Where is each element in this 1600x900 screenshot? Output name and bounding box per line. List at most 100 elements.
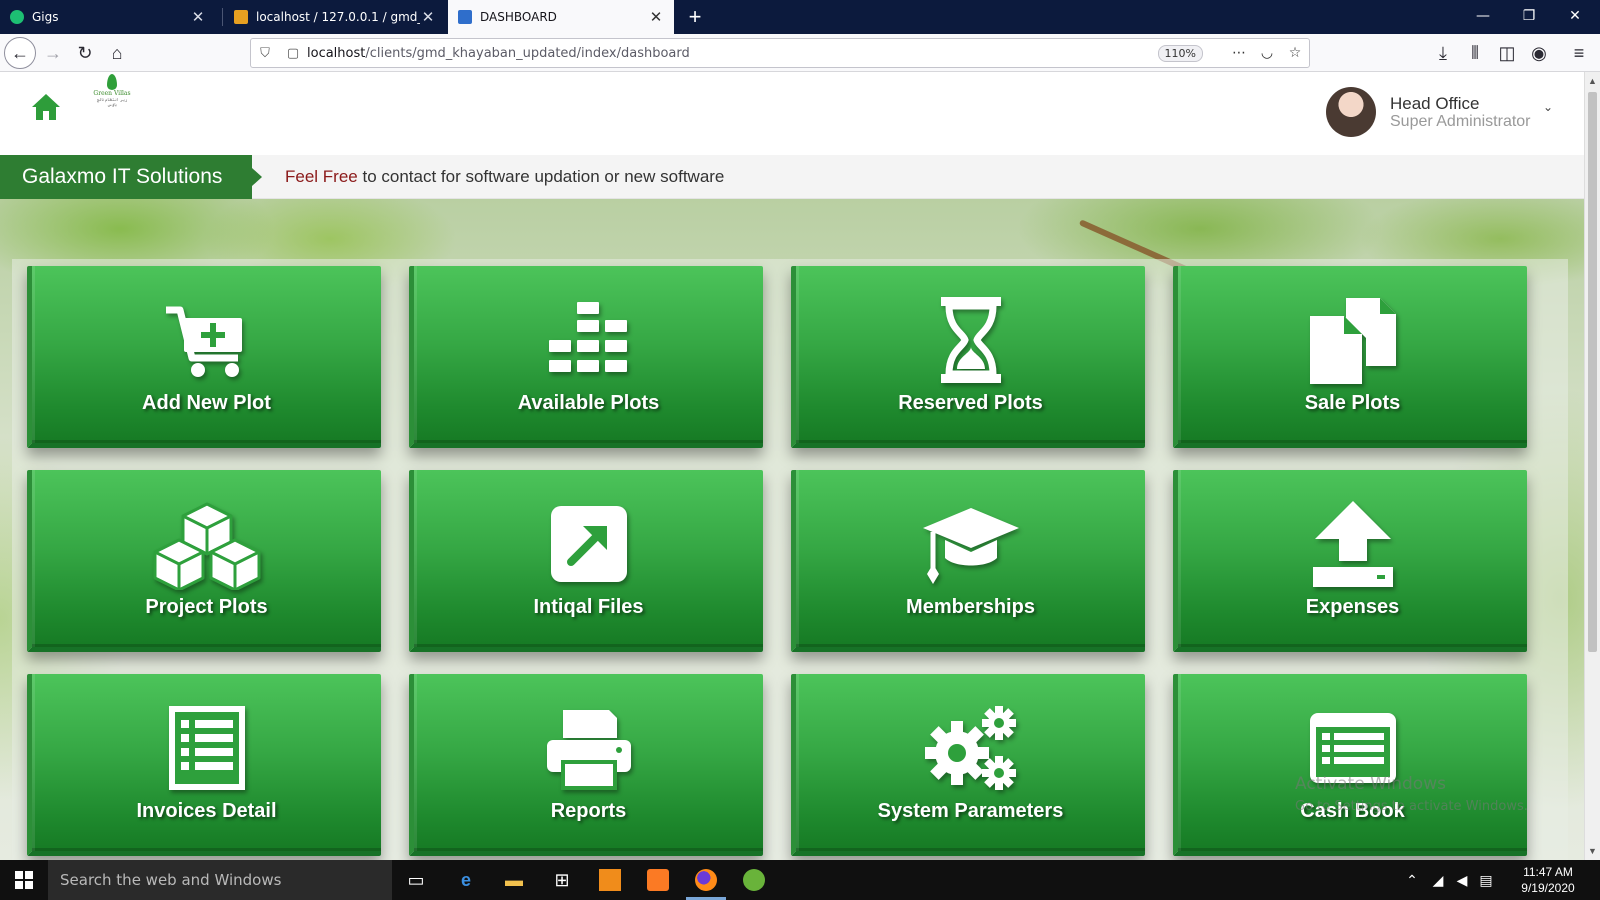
- tile-label: Reports: [550, 800, 627, 822]
- tile-label: Available Plots: [517, 392, 660, 414]
- tab-separator: [222, 8, 223, 26]
- account-icon[interactable]: ◉: [1524, 38, 1554, 68]
- close-tab-icon[interactable]: ✕: [420, 8, 436, 26]
- cogs-icon: [916, 700, 1026, 796]
- cubes-icon: [152, 496, 262, 592]
- home-icon[interactable]: [30, 92, 62, 122]
- edge-icon[interactable]: e: [442, 864, 490, 896]
- cart-plus-icon: [152, 292, 262, 388]
- tile-label: Intiqal Files: [533, 596, 644, 618]
- menu-icon[interactable]: ≡: [1564, 38, 1594, 68]
- browser-toolbar: ← → ↻ ⌂ ⛉ ▢ localhost/clients/gmd_khayab…: [0, 34, 1600, 72]
- scroll-down-icon[interactable]: ▼: [1588, 846, 1597, 856]
- tile-label: Expenses: [1305, 596, 1400, 618]
- task-view-icon[interactable]: ▭: [392, 864, 440, 896]
- tray-chevron-up-icon[interactable]: ⌃: [1400, 860, 1424, 900]
- tile-intiqal-files[interactable]: Intiqal Files: [409, 470, 763, 652]
- sidebar-icon[interactable]: ◫: [1492, 38, 1522, 68]
- page-info-icon[interactable]: ▢: [279, 46, 307, 61]
- minimize-window-button[interactable]: —: [1460, 0, 1506, 34]
- close-tab-icon[interactable]: ✕: [190, 8, 206, 26]
- chevron-down-icon[interactable]: ⌄: [1543, 100, 1553, 114]
- leaf-icon: [107, 74, 117, 90]
- tab-gigs[interactable]: Gigs ✕: [0, 0, 216, 34]
- file-explorer-icon[interactable]: ▬: [490, 864, 538, 896]
- tile-reserved-plots[interactable]: Reserved Plots: [791, 266, 1145, 448]
- url-bar[interactable]: ⛉ ▢ localhost/clients/gmd_khayaban_updat…: [250, 38, 1310, 68]
- tile-memberships[interactable]: Memberships: [791, 470, 1145, 652]
- tile-invoices-detail[interactable]: Invoices Detail: [27, 674, 381, 856]
- start-button[interactable]: [0, 860, 48, 900]
- page-scrollbar[interactable]: ▲ ▼: [1584, 72, 1600, 860]
- store-icon[interactable]: ⊞: [538, 864, 586, 896]
- tile-reports[interactable]: Reports: [409, 674, 763, 856]
- tile-label: Add New Plot: [142, 392, 271, 414]
- tile-project-plots[interactable]: Project Plots: [27, 470, 381, 652]
- restore-window-button[interactable]: ❐: [1506, 0, 1552, 34]
- tile-label: Invoices Detail: [136, 800, 277, 822]
- print-icon: [534, 700, 644, 796]
- volume-icon[interactable]: ◀: [1450, 860, 1474, 900]
- user-name[interactable]: Head Office: [1390, 94, 1479, 114]
- network-icon[interactable]: ◢: [1426, 860, 1450, 900]
- pocket-icon[interactable]: ◡: [1253, 45, 1281, 61]
- list-icon: [152, 700, 262, 796]
- sublime-text-icon[interactable]: [586, 864, 634, 896]
- close-tab-icon[interactable]: ✕: [648, 8, 664, 26]
- notice-bar: Galaxmo IT Solutions Feel Free to contac…: [0, 155, 1584, 199]
- reload-button[interactable]: ↻: [70, 38, 100, 68]
- tile-label: System Parameters: [877, 800, 1064, 822]
- close-window-button[interactable]: ✕: [1552, 0, 1598, 34]
- windows-logo-icon: [15, 871, 33, 889]
- tile-sale-plots[interactable]: Sale Plots: [1173, 266, 1527, 448]
- home-button[interactable]: ⌂: [102, 38, 132, 68]
- tile-system-parameters[interactable]: System Parameters: [791, 674, 1145, 856]
- taskbar-clock[interactable]: 11:47 AM 9/19/2020: [1510, 864, 1586, 896]
- page-actions-icon[interactable]: ⋯: [1225, 45, 1253, 61]
- files-icon: [1298, 292, 1408, 388]
- zoom-indicator[interactable]: 110%: [1157, 44, 1203, 62]
- hourglass-icon: [916, 292, 1026, 388]
- notice-message: Feel Free to contact for software updati…: [285, 167, 725, 186]
- upload-icon: [1298, 496, 1408, 592]
- taskbar-search-input[interactable]: Search the web and Windows: [48, 860, 392, 900]
- tile-label: Project Plots: [145, 596, 268, 618]
- graduation-cap-icon: [916, 496, 1026, 592]
- tile-label: Memberships: [906, 596, 1035, 618]
- avatar[interactable]: [1326, 87, 1376, 137]
- tile-cash-book[interactable]: Cash Book: [1173, 674, 1527, 856]
- site-favicon-icon: [458, 10, 472, 24]
- utorrent-icon[interactable]: [730, 864, 778, 896]
- dashboard-content: Add New Plot Available Plots Reserved Pl…: [0, 199, 1584, 860]
- downloads-icon[interactable]: ⤓: [1428, 38, 1458, 68]
- tile-expenses[interactable]: Expenses: [1173, 470, 1527, 652]
- url-text[interactable]: localhost/clients/gmd_khayaban_updated/i…: [307, 46, 1158, 61]
- tile-label: Sale Plots: [1304, 392, 1401, 414]
- tab-dashboard[interactable]: DASHBOARD ✕: [448, 0, 674, 34]
- tab-phpmyadmin[interactable]: localhost / 127.0.0.1 / gmd_kha ✕: [224, 0, 446, 34]
- scrollbar-thumb[interactable]: [1588, 92, 1597, 652]
- back-button[interactable]: ←: [4, 37, 36, 69]
- tile-available-plots[interactable]: Available Plots: [409, 266, 763, 448]
- tile-label: Reserved Plots: [898, 392, 1043, 414]
- tracking-shield-icon[interactable]: ⛉: [251, 46, 279, 61]
- scroll-up-icon[interactable]: ▲: [1588, 76, 1597, 86]
- xampp-icon[interactable]: [634, 864, 682, 896]
- notifications-icon[interactable]: ▤: [1474, 860, 1498, 900]
- company-logo: Green Villas زیر انتظام نالج ہاؤس: [92, 74, 132, 110]
- app-header: Green Villas زیر انتظام نالج ہاؤس Head O…: [0, 72, 1584, 152]
- firefox-icon[interactable]: [682, 864, 730, 900]
- brand-label: Galaxmo IT Solutions: [0, 155, 252, 199]
- external-link-icon: [534, 496, 644, 592]
- bookmark-star-icon[interactable]: ☆: [1281, 45, 1309, 61]
- activate-windows-watermark: Activate Windows Go to Settings to activ…: [1295, 774, 1528, 814]
- grid-blocks-icon: [534, 292, 644, 388]
- browser-tab-strip: Gigs ✕ localhost / 127.0.0.1 / gmd_kha ✕…: [0, 0, 1600, 34]
- tile-add-new-plot[interactable]: Add New Plot: [27, 266, 381, 448]
- windows-taskbar: Search the web and Windows ▭ e ▬ ⊞ ⌃ ◢ ◀…: [0, 860, 1600, 900]
- new-tab-button[interactable]: +: [680, 2, 710, 32]
- phpmyadmin-icon: [234, 10, 248, 24]
- user-role: Super Administrator: [1390, 113, 1531, 130]
- library-icon[interactable]: ⫴: [1460, 38, 1490, 68]
- forward-button[interactable]: →: [38, 38, 68, 68]
